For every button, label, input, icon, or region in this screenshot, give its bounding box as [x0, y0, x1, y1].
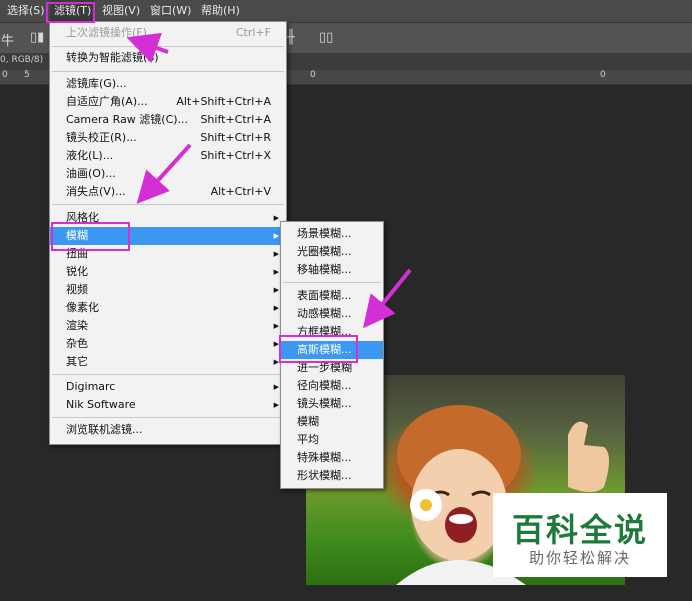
arrow-icon	[126, 32, 169, 64]
arrow-icon	[136, 143, 192, 204]
annotation-arrows	[126, 32, 412, 329]
arrow-icon	[362, 268, 412, 329]
